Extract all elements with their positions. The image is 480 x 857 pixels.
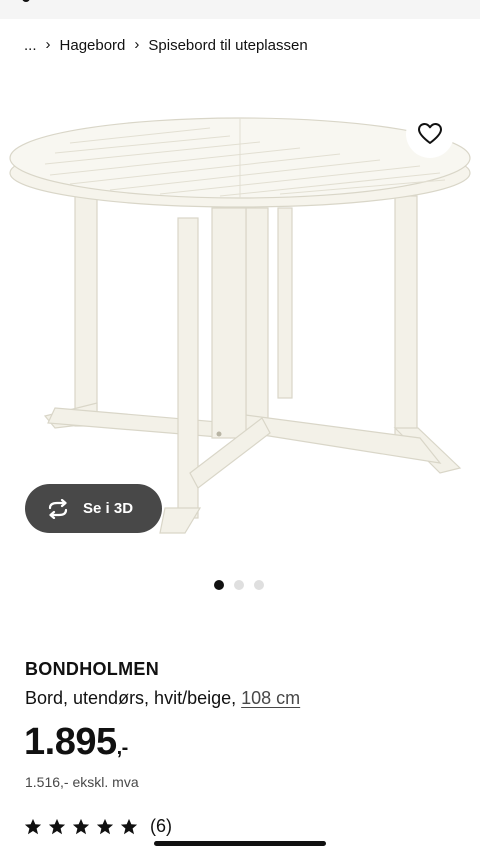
favorite-button[interactable] [406, 110, 454, 158]
status-glyph [22, 0, 30, 2]
star-icon [48, 818, 66, 834]
price-suffix: ,- [116, 737, 129, 759]
chevron-right-icon: › [45, 35, 51, 53]
carousel-dot[interactable] [214, 580, 224, 590]
carousel-dots [214, 580, 264, 590]
view-in-3d-button[interactable]: Se i 3D [25, 484, 162, 533]
product-description-text: Bord, utendørs, hvit/beige, [25, 688, 237, 708]
carousel-dot[interactable] [234, 580, 244, 590]
price: 1.895,- [24, 720, 128, 770]
star-icon [120, 818, 138, 834]
product-description: Bord, utendørs, hvit/beige, 108 cm [25, 688, 300, 709]
size-link[interactable]: 108 cm [241, 688, 300, 708]
carousel-dot[interactable] [254, 580, 264, 590]
breadcrumb-item-hagebord[interactable]: Hagebord [60, 37, 126, 54]
view-in-3d-label: Se i 3D [83, 500, 134, 517]
heart-outline-icon [418, 123, 442, 144]
breadcrumb-ellipsis[interactable]: ... [24, 37, 37, 54]
price-excluding-vat: 1.516,- ekskl. mva [25, 774, 139, 790]
rating[interactable]: (6) [24, 816, 172, 837]
star-icon [96, 818, 114, 834]
chevron-right-icon: › [134, 35, 140, 53]
home-indicator [154, 841, 326, 846]
product-name: BONDHOLMEN [25, 659, 159, 679]
price-main: 1.895 [24, 721, 117, 763]
rotate-arrows-icon [45, 498, 71, 519]
rating-count: (6) [150, 816, 172, 836]
top-bar [0, 0, 480, 19]
breadcrumb-item-spisebord[interactable]: Spisebord til uteplassen [148, 37, 307, 54]
breadcrumb: ... › Hagebord › Spisebord til uteplasse… [24, 34, 308, 56]
star-icon [24, 818, 42, 834]
star-icon [72, 818, 90, 834]
